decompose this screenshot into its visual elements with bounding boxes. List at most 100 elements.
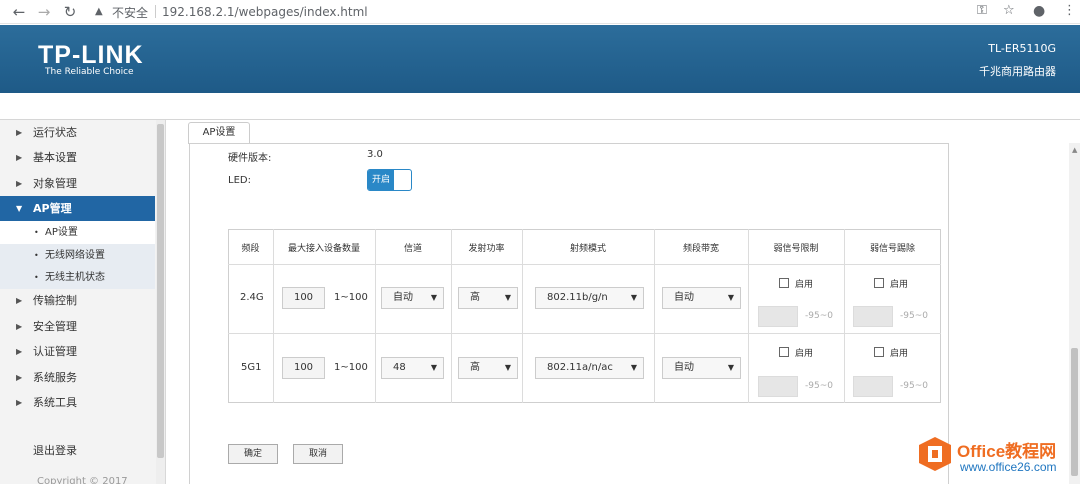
weak-signal-kick-input[interactable] bbox=[853, 306, 893, 327]
led-toggle[interactable]: 开启 bbox=[367, 169, 412, 191]
rf-mode-select[interactable]: 802.11b/g/n ▼ bbox=[535, 287, 644, 309]
weak-signal-kick-range: -95~0 bbox=[900, 381, 928, 391]
led-toggle-state: 开启 bbox=[368, 170, 394, 190]
main-scroll-thumb[interactable] bbox=[1071, 348, 1078, 476]
column-header: 射频模式 bbox=[569, 244, 606, 254]
sidebar-item-label: 基本设置 bbox=[33, 151, 77, 164]
tab-bar: AP设置 bbox=[166, 120, 1080, 144]
sidebar-subitem-label: 无线主机状态 bbox=[45, 272, 105, 283]
sidebar-item-label: 运行状态 bbox=[33, 126, 77, 139]
security-label[interactable]: 不安全 bbox=[112, 4, 148, 21]
sidebar-subitem-ap-settings[interactable]: • AP设置 bbox=[0, 221, 155, 244]
column-header: 最大接入设备数量 bbox=[287, 244, 360, 254]
dropdown-caret-icon: ▼ bbox=[630, 293, 637, 302]
watermark-title: Office教程网 bbox=[957, 442, 1057, 461]
table-divider bbox=[375, 229, 376, 403]
sidebar-item-transfer[interactable]: ▶ 传输控制 bbox=[0, 288, 155, 313]
logout-link[interactable]: 退出登录 bbox=[33, 442, 77, 458]
dropdown-caret-icon: ▼ bbox=[430, 363, 437, 372]
channel-value: 自动 bbox=[393, 292, 413, 303]
power-select[interactable]: 高 ▼ bbox=[458, 357, 518, 379]
sidebar-item-objects[interactable]: ▶ 对象管理 bbox=[0, 171, 155, 196]
weak-signal-kick-label: 启用 bbox=[890, 280, 909, 290]
browser-toolbar: ← → ↻ ▲ 不安全 192.168.2.1/webpages/index.h… bbox=[0, 0, 1080, 24]
bandwidth-select[interactable]: 自动 ▼ bbox=[662, 287, 741, 309]
brand-tagline: The Reliable Choice bbox=[45, 67, 134, 77]
dropdown-caret-icon: ▼ bbox=[504, 293, 511, 302]
bandwidth-select[interactable]: 自动 ▼ bbox=[662, 357, 741, 379]
chevron-right-icon: ▶ bbox=[16, 347, 23, 356]
table-divider bbox=[273, 229, 274, 403]
cancel-button[interactable]: 取消 bbox=[293, 444, 343, 464]
weak-signal-kick-checkbox[interactable] bbox=[874, 278, 884, 288]
sidebar-item-label: 对象管理 bbox=[33, 177, 77, 190]
star-icon[interactable]: ☆ bbox=[1003, 3, 1015, 18]
sidebar-item-tools[interactable]: ▶ 系统工具 bbox=[0, 390, 155, 415]
chevron-right-icon: ▶ bbox=[16, 153, 23, 162]
account-icon[interactable]: ● bbox=[1033, 3, 1045, 19]
bullet-icon: • bbox=[34, 273, 39, 282]
menu-icon[interactable]: ⋮ bbox=[1063, 3, 1076, 18]
sidebar-item-label: 传输控制 bbox=[33, 294, 77, 307]
sidebar-item-basic[interactable]: ▶ 基本设置 bbox=[0, 145, 155, 170]
table-divider bbox=[451, 229, 452, 403]
back-icon[interactable]: ← bbox=[10, 3, 28, 21]
tab-ap-settings[interactable]: AP设置 bbox=[188, 122, 250, 144]
max-devices-input[interactable]: 100 bbox=[282, 357, 325, 379]
chevron-right-icon: ▶ bbox=[16, 128, 23, 137]
weak-signal-limit-checkbox[interactable] bbox=[779, 347, 789, 357]
hardware-version-value: 3.0 bbox=[367, 149, 383, 160]
table-divider bbox=[228, 333, 941, 334]
chevron-right-icon: ▶ bbox=[16, 296, 23, 305]
max-devices-range: 1~100 bbox=[334, 292, 368, 303]
sidebar-subitem-hosts[interactable]: • 无线主机状态 bbox=[0, 266, 155, 289]
weak-signal-limit-input[interactable] bbox=[758, 306, 798, 327]
weak-signal-limit-checkbox[interactable] bbox=[779, 278, 789, 288]
weak-signal-limit-range: -95~0 bbox=[805, 381, 833, 391]
copyright-text: Copyright © 2017 bbox=[37, 476, 128, 484]
sidebar-item-label: 认证管理 bbox=[33, 345, 77, 358]
dropdown-caret-icon: ▼ bbox=[727, 293, 734, 302]
sidebar-item-auth[interactable]: ▶ 认证管理 bbox=[0, 339, 155, 364]
forward-icon[interactable]: → bbox=[35, 3, 53, 21]
table-divider bbox=[228, 264, 941, 265]
address-bar[interactable]: 192.168.2.1/webpages/index.html bbox=[162, 5, 368, 19]
weak-signal-kick-label: 启用 bbox=[890, 349, 909, 359]
confirm-button[interactable]: 确定 bbox=[228, 444, 278, 464]
table-divider bbox=[522, 229, 523, 403]
sidebar-subitem-wireless[interactable]: • 无线网络设置 bbox=[0, 244, 155, 267]
sidebar-item-services[interactable]: ▶ 系统服务 bbox=[0, 365, 155, 390]
weak-signal-limit-range: -95~0 bbox=[805, 311, 833, 321]
led-label: LED: bbox=[228, 175, 251, 186]
sidebar-item-label: 系统工具 bbox=[33, 396, 77, 409]
weak-signal-kick-checkbox[interactable] bbox=[874, 347, 884, 357]
reload-icon[interactable]: ↻ bbox=[61, 3, 79, 21]
power-select[interactable]: 高 ▼ bbox=[458, 287, 518, 309]
chevron-right-icon: ▶ bbox=[16, 322, 23, 331]
scroll-up-icon[interactable]: ▲ bbox=[1072, 146, 1077, 154]
hardware-version-label: 硬件版本: bbox=[228, 153, 272, 164]
sidebar-item-security[interactable]: ▶ 安全管理 bbox=[0, 314, 155, 339]
max-devices-input[interactable]: 100 bbox=[282, 287, 325, 309]
device-model: TL-ER5110G bbox=[988, 42, 1056, 55]
dropdown-caret-icon: ▼ bbox=[504, 363, 511, 372]
power-value: 高 bbox=[470, 292, 480, 303]
weak-signal-limit-input[interactable] bbox=[758, 376, 798, 397]
weak-signal-kick-input[interactable] bbox=[853, 376, 893, 397]
channel-select[interactable]: 自动 ▼ bbox=[381, 287, 444, 309]
sidebar-item-ap[interactable]: ▼ AP管理 bbox=[0, 196, 155, 221]
office-logo-icon bbox=[919, 437, 951, 471]
power-value: 高 bbox=[470, 362, 480, 373]
weak-signal-limit-label: 启用 bbox=[795, 280, 814, 290]
rf-mode-select[interactable]: 802.11a/n/ac ▼ bbox=[535, 357, 644, 379]
column-header: 弱信号限制 bbox=[773, 244, 819, 254]
dropdown-caret-icon: ▼ bbox=[630, 363, 637, 372]
channel-select[interactable]: 48 ▼ bbox=[381, 357, 444, 379]
key-icon[interactable]: ⚿ bbox=[977, 3, 987, 18]
bandwidth-value: 自动 bbox=[674, 362, 694, 373]
sidebar-item-status[interactable]: ▶ 运行状态 bbox=[0, 120, 155, 145]
bandwidth-value: 自动 bbox=[674, 292, 694, 303]
column-header: 发射功率 bbox=[468, 244, 505, 254]
sidebar-scroll-thumb[interactable] bbox=[157, 124, 164, 458]
rf-mode-value: 802.11a/n/ac bbox=[547, 362, 613, 373]
